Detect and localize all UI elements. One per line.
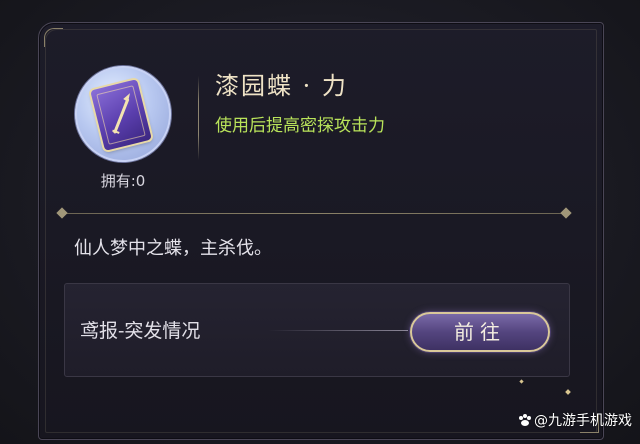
source-arrow-line [268, 330, 408, 331]
source-label: 鸢报-突发情况 [80, 320, 201, 342]
butterfly-card-icon [90, 79, 152, 151]
item-effect: 使用后提高密探攻击力 [215, 116, 385, 136]
go-button[interactable]: 前往 [410, 312, 550, 352]
watermark: @九游手机游戏 [518, 410, 632, 430]
section-divider [62, 213, 570, 214]
item-name: 漆园蝶 · 力 [215, 72, 348, 100]
paw-icon [518, 414, 532, 426]
watermark-text: @九游手机游戏 [534, 413, 632, 429]
title-divider [198, 76, 199, 160]
item-description: 仙人梦中之蝶，主杀伐。 [74, 238, 272, 259]
panel-corner-ornament [44, 28, 63, 47]
owned-count: 拥有:0 [100, 172, 146, 190]
item-icon-frame [75, 66, 171, 162]
